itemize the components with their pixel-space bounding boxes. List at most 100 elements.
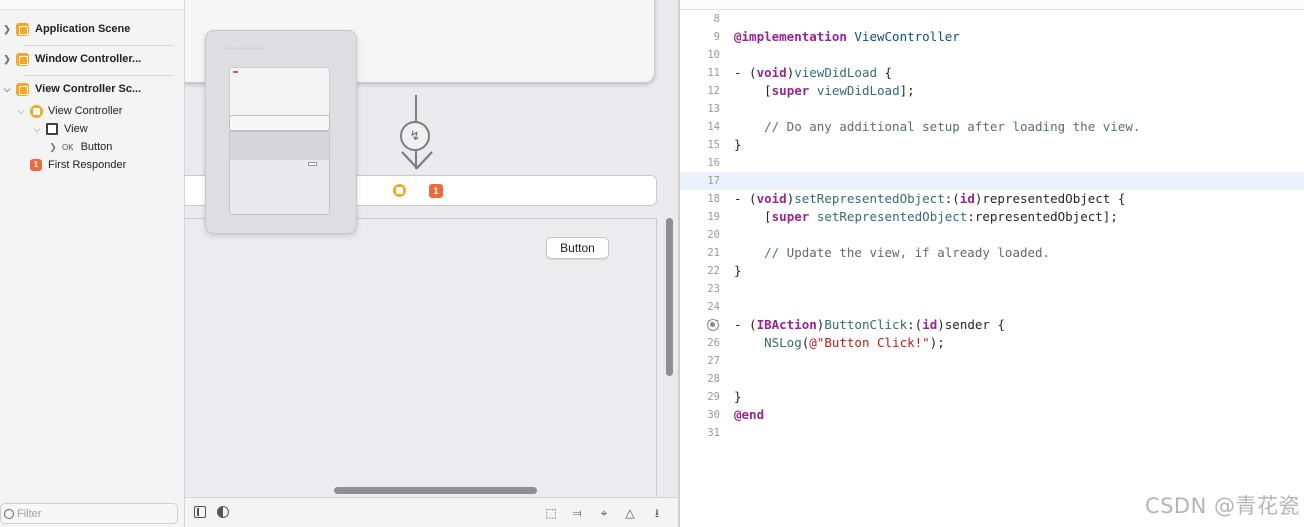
line-number[interactable]: 11 [680, 64, 720, 82]
code-line[interactable]: 23 [680, 280, 1304, 298]
line-number[interactable]: 10 [680, 46, 720, 64]
embed-in-icon[interactable]: ⭳ [649, 506, 665, 520]
line-number[interactable]: 15 [680, 136, 720, 154]
code-editor[interactable]: 8 9 @implementation ViewController 10 11 - (v… [680, 0, 1304, 527]
line-number[interactable]: 22 [680, 262, 720, 280]
chevron-down-icon[interactable]: ⌵ [32, 124, 42, 135]
segue-icon[interactable]: ↯ [400, 121, 430, 151]
outline-item-button[interactable]: ❯ OK Button [48, 138, 112, 156]
chevron-down-icon[interactable]: ⌵ [16, 106, 26, 117]
line-number[interactable]: 26 [680, 334, 720, 352]
code-line[interactable]: 8 [680, 10, 1304, 28]
line-number[interactable]: 13 [680, 100, 720, 118]
code-line[interactable]: 24 [680, 298, 1304, 316]
line-number[interactable]: 12 [680, 82, 720, 100]
minimap-close-dot [233, 71, 238, 73]
line-number[interactable]: 8 [680, 10, 720, 28]
zoom-fit-icon[interactable]: ⬚ [543, 506, 559, 520]
code-text[interactable]: } [734, 136, 742, 154]
chevron-right-icon[interactable]: ❯ [2, 24, 12, 35]
code-line[interactable]: 13 [680, 100, 1304, 118]
top-toolbar-edge [0, 0, 184, 10]
line-number[interactable]: 20 [680, 226, 720, 244]
line-number[interactable]: 29 [680, 388, 720, 406]
code-line[interactable]: 16 [680, 154, 1304, 172]
outline-item-label: First Responder [48, 159, 127, 171]
outline-item-first-responder[interactable]: 1 First Responder [30, 156, 126, 174]
line-number[interactable]: 27 [680, 352, 720, 370]
outline-item-application-scene[interactable]: ❯ Application Scene [2, 20, 130, 38]
line-number[interactable]: 23 [680, 280, 720, 298]
outline-item-label: Button [80, 141, 113, 153]
code-line[interactable]: 18 - (void)setRepresentedObject:(id)repre… [680, 190, 1304, 208]
resolve-issues-icon[interactable]: △ [622, 506, 638, 520]
code-text[interactable]: @implementation ViewController [734, 28, 960, 46]
horizontal-scrollbar[interactable] [334, 487, 537, 494]
line-number[interactable]: 31 [680, 424, 720, 442]
code-line[interactable]: 19 [super setRepresentedObject:represent… [680, 208, 1304, 226]
line-number[interactable]: 17 [680, 172, 720, 190]
view-icon [46, 123, 58, 135]
line-number[interactable]: 16 [680, 154, 720, 172]
code-line[interactable]: 22} [680, 262, 1304, 280]
outline-item-view-controller[interactable]: ⌵ View Controller [16, 102, 122, 120]
minimap[interactable]: ▪▪▪▪▪▪▪▪▪▪▪▪▪▪▪▪▪▪▪▪▪ [205, 30, 357, 234]
code-line[interactable]: 15} [680, 136, 1304, 154]
code-line[interactable]: 21 // Update the view, if already loaded… [680, 244, 1304, 262]
code-text[interactable]: NSLog(@"Button Click!"); [734, 334, 945, 352]
code-text[interactable]: @end [734, 406, 764, 424]
code-line[interactable]: 31 [680, 424, 1304, 442]
code-line[interactable]: 17 [680, 172, 1304, 190]
code-text[interactable]: // Update the view, if already loaded. [734, 244, 1050, 262]
add-constraints-icon[interactable]: ⌖ [596, 506, 612, 520]
code-line[interactable]: 28 [680, 370, 1304, 388]
code-text[interactable]: } [734, 388, 742, 406]
code-text[interactable]: [super viewDidLoad]; [734, 82, 915, 100]
outline-item-view[interactable]: ⌵ View [32, 120, 88, 138]
storyboard-canvas[interactable]: ↯ 1 Button ▪▪▪▪▪▪▪▪▪▪▪▪▪▪▪▪▪▪▪▪▪ [185, 0, 678, 497]
view-controller-icon [30, 104, 43, 118]
code-line[interactable]: 11 - (void)viewDidLoad { [680, 64, 1304, 82]
appearance-icon[interactable] [217, 506, 229, 518]
code-text[interactable]: - (void)setRepresentedObject:(id)represe… [734, 190, 1125, 208]
outline-item-view-controller-scene[interactable]: ⌵ View Controller Sc... [2, 80, 141, 98]
line-number[interactable]: 18 [680, 190, 720, 208]
line-number[interactable]: 24 [680, 298, 720, 316]
line-number[interactable]: 30 [680, 406, 720, 424]
chevron-right-icon[interactable]: ❯ [2, 54, 12, 65]
code-line[interactable]: 27 [680, 352, 1304, 370]
button[interactable]: Button [546, 237, 609, 259]
chevron-right-icon[interactable]: ❯ [48, 142, 58, 153]
line-number[interactable]: 9 [680, 28, 720, 46]
code-line[interactable]: 20 [680, 226, 1304, 244]
code-line[interactable]: 14 // Do any additional setup after load… [680, 118, 1304, 136]
code-line[interactable]: 26 NSLog(@"Button Click!"); [680, 334, 1304, 352]
code-line[interactable]: 30 @end [680, 406, 1304, 424]
code-line[interactable]: 25- (IBAction)ButtonClick:(id)sender { [680, 316, 1304, 334]
code-text[interactable]: - (void)viewDidLoad { [734, 64, 892, 82]
vertical-scrollbar[interactable] [666, 218, 673, 376]
code-text[interactable]: } [734, 262, 742, 280]
chevron-down-icon[interactable]: ⌵ [2, 84, 12, 95]
breakpoint-icon[interactable] [707, 319, 719, 331]
line-number[interactable]: 28 [680, 370, 720, 388]
first-responder-icon: 1 [30, 159, 42, 171]
first-responder-icon[interactable]: 1 [429, 184, 443, 198]
code-line[interactable]: 10 [680, 46, 1304, 64]
line-number[interactable]: 21 [680, 244, 720, 262]
toggle-outline-icon[interactable] [194, 506, 206, 518]
canvas-bottom-toolbar: ⬚ ⫤ ⌖ △ ⭳ [185, 497, 678, 527]
code-text[interactable]: [super setRepresentedObject:representedO… [734, 208, 1118, 226]
line-number[interactable]: 14 [680, 118, 720, 136]
line-number[interactable]: 19 [680, 208, 720, 226]
code-line[interactable]: 12 [super viewDidLoad]; [680, 82, 1304, 100]
align-icon[interactable]: ⫤ [569, 506, 585, 520]
outline-item-window-controller[interactable]: ❯ Window Controller... [2, 50, 141, 68]
filter-field[interactable]: Filter [0, 503, 178, 524]
code-line[interactable]: 9 @implementation ViewController [680, 28, 1304, 46]
view-controller-view[interactable] [185, 218, 657, 497]
code-text[interactable]: // Do any additional setup after loading… [734, 118, 1140, 136]
code-line[interactable]: 29} [680, 388, 1304, 406]
view-controller-icon[interactable] [393, 184, 406, 197]
code-text[interactable]: - (IBAction)ButtonClick:(id)sender { [734, 316, 1005, 334]
